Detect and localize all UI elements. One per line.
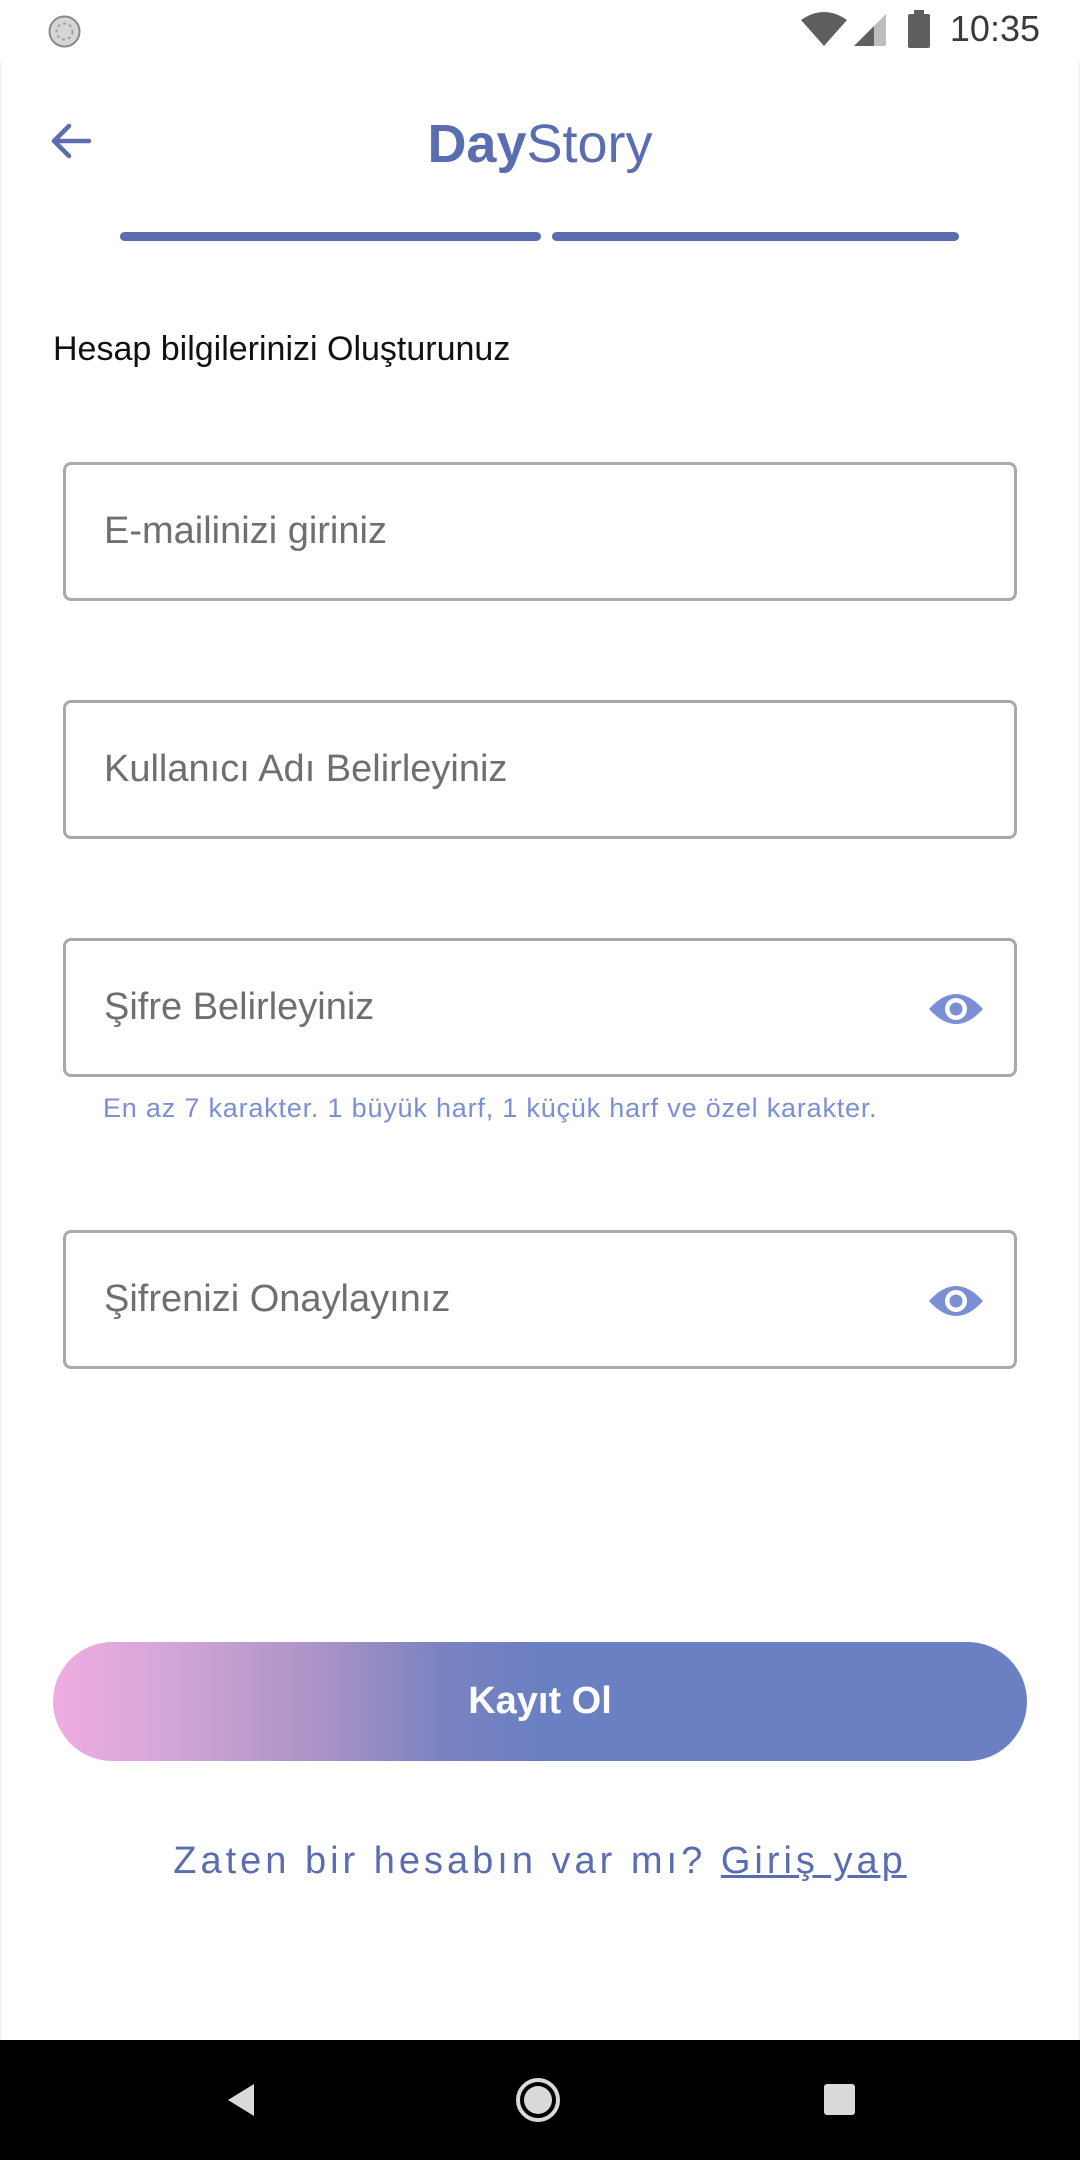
password-input[interactable] (66, 941, 1014, 1074)
email-field-container (63, 462, 1017, 601)
password-helper-text: En az 7 karakter. 1 büyük harf, 1 küçük … (103, 1093, 878, 1123)
wifi-icon (801, 12, 847, 46)
login-link[interactable]: Giriş yap (721, 1840, 907, 1882)
confirm-password-input[interactable] (66, 1233, 1014, 1366)
app-title-regular: Story (526, 114, 653, 174)
app-title: DayStory (0, 112, 1080, 176)
form-heading: Hesap bilgilerinizi Oluşturunuz (53, 330, 511, 368)
system-navigation-bar (0, 2040, 1080, 2160)
nav-home-icon[interactable] (514, 2076, 562, 2124)
eye-icon (929, 1286, 983, 1316)
login-prompt: Zaten bir hesabın var mı? Giriş yap (0, 1840, 1080, 1883)
email-input[interactable] (66, 465, 1014, 598)
login-prompt-text: Zaten bir hesabın var mı? (173, 1840, 721, 1882)
progress-step-2 (552, 232, 959, 241)
password-field-container (63, 938, 1017, 1077)
status-bar: 10:35 (0, 0, 1080, 62)
app-title-bold: Day (427, 114, 527, 174)
register-button[interactable]: Kayıt Ol (53, 1642, 1027, 1761)
username-input[interactable] (66, 703, 1014, 836)
loading-circle-icon (48, 15, 81, 48)
cellular-signal-icon (854, 14, 886, 46)
password-visibility-toggle[interactable] (926, 985, 986, 1033)
battery-icon (908, 10, 930, 48)
confirm-password-visibility-toggle[interactable] (926, 1277, 986, 1325)
nav-recent-apps-icon[interactable] (823, 2083, 856, 2116)
progress-step-1 (120, 232, 541, 241)
username-field-container (63, 700, 1017, 839)
nav-back-icon[interactable] (222, 2080, 262, 2120)
status-time: 10:35 (949, 8, 1040, 49)
eye-icon (929, 994, 983, 1024)
confirm-password-field-container (63, 1230, 1017, 1369)
